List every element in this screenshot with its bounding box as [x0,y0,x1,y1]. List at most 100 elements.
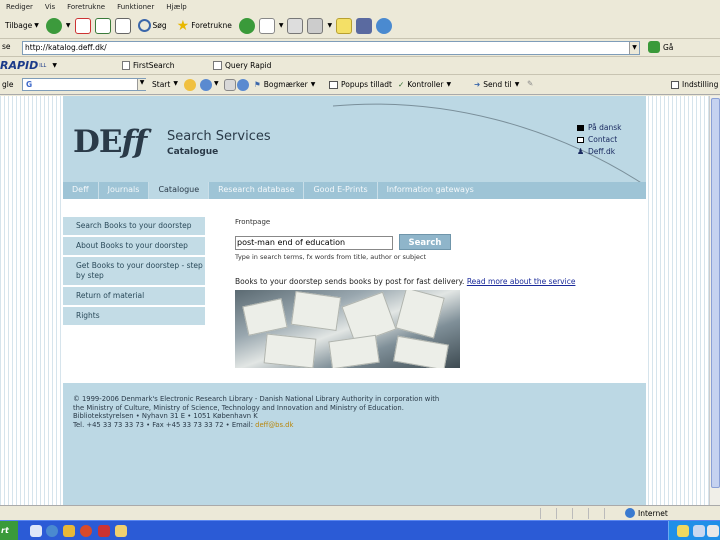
nav-good-eprints[interactable]: Good E-Prints [304,182,378,199]
menu-bar: Rediger Vis Foretrukne Funktioner Hjælp [0,0,720,13]
settings-button[interactable]: Indstilling [671,80,718,89]
catalogue-search-input[interactable]: post-man end of education [235,236,393,250]
nav-journals[interactable]: Journals [99,182,150,199]
google-start-label: Start [152,80,171,89]
media-icon[interactable] [80,525,92,537]
tray-icon[interactable] [677,525,689,537]
rapid-link[interactable]: RAPID ILL ▼ [0,59,57,72]
google-start-button[interactable]: Start ▼ [152,80,178,89]
search-label: Søg [152,21,167,30]
query-rapid-label: Query Rapid [225,61,272,70]
vertical-scrollbar[interactable] [709,96,720,505]
print-icon[interactable] [287,17,304,34]
service-subtitle: Catalogue [167,147,219,157]
search-site-icon[interactable] [200,79,212,91]
left-menu-get-books[interactable]: Get Books to your doorstep - step by ste… [63,257,205,285]
chevron-down-icon[interactable]: ▼ [66,22,71,29]
chevron-down-icon[interactable]: ▼ [34,22,39,29]
rapid-ill-label: ILL [39,62,47,69]
query-rapid-link[interactable]: Query Rapid [213,61,271,70]
website: DEff Search Services Catalogue På dansk … [63,96,646,505]
search-button[interactable]: Søg [135,16,170,36]
left-menu-about[interactable]: About Books to your doorstep [63,237,205,255]
forward-icon[interactable] [45,17,62,34]
nav-research-database[interactable]: Research database [209,182,305,199]
desktop-icon[interactable] [30,525,42,537]
menu-edit[interactable]: Rediger [6,3,33,11]
search-hint: Type in search terms, fx words from titl… [235,253,427,261]
refresh-icon[interactable] [94,17,111,34]
header-link-contact[interactable]: Contact [577,134,622,146]
back-button[interactable]: Tilbage ▼ [2,16,42,36]
spellcheck-button[interactable]: ✓ Kontroller ▼ [398,80,451,89]
go-arrow-icon [648,41,660,53]
nav-information-gateways[interactable]: Information gateways [378,182,483,199]
home-icon[interactable] [114,17,131,34]
history-icon[interactable] [238,17,255,34]
tray-icon[interactable] [707,525,719,537]
chevron-down-icon[interactable]: ▼ [279,22,284,29]
menu-tools[interactable]: Funktioner [117,3,154,11]
news-icon[interactable] [184,79,196,91]
left-menu-rights[interactable]: Rights [63,307,205,325]
footer-text: © 1999-2006 Denmark's Electronic Researc… [73,395,523,429]
address-input[interactable]: http://katalog.deff.dk/ [22,41,640,55]
edit-icon[interactable] [307,17,324,34]
chevron-down-icon[interactable]: ▼ [629,42,639,54]
chevron-down-icon[interactable]: ▼ [137,79,146,90]
read-more-link[interactable]: Read more about the service [467,277,576,286]
menu-favorites[interactable]: Foretrukne [67,3,105,11]
status-cell [540,508,554,519]
ie-icon[interactable] [46,525,58,537]
research-icon[interactable] [356,17,373,34]
discuss-icon[interactable] [336,17,353,34]
page-icon [213,61,222,70]
chevron-down-icon[interactable]: ▼ [214,80,219,87]
app-icon[interactable] [98,525,110,537]
go-button[interactable]: Gå [648,41,673,53]
folder-icon[interactable] [63,525,75,537]
nav-deff[interactable]: Deff [63,182,99,199]
book-page [395,290,445,339]
search-submit-button[interactable]: Search [399,234,451,250]
book-page [393,335,449,368]
chevron-down-icon: ▼ [310,81,316,88]
page-icon [122,61,130,70]
chevron-down-icon[interactable]: ▼ [52,62,57,69]
menu-help[interactable]: Hjælp [166,3,186,11]
notes-icon[interactable] [115,525,127,537]
pagerank-icon[interactable] [224,79,236,91]
left-menu-return[interactable]: Return of material [63,287,205,305]
mail-icon[interactable] [258,17,275,34]
start-button[interactable]: rt [0,521,18,540]
status-cell [556,508,570,519]
sendto-button[interactable]: ➜ Send til ▼ [474,80,519,89]
stop-icon[interactable] [74,17,91,34]
breadcrumb: Frontpage [235,218,271,226]
messenger-icon[interactable] [376,17,393,34]
chevron-down-icon[interactable]: ▼ [327,22,332,29]
popups-button[interactable]: Popups tilladt [329,80,392,89]
deff-logo[interactable]: DEff [73,124,147,160]
google-search-input[interactable]: G [22,78,146,91]
pencil-icon[interactable]: ✎ [527,79,533,88]
header-link-danish[interactable]: På dansk [577,122,622,134]
popup-icon [329,80,338,89]
left-menu-search-books[interactable]: Search Books to your doorstep [63,217,205,235]
tray-icon[interactable] [693,525,705,537]
scrollbar-thumb[interactable] [711,98,720,488]
firstsearch-link[interactable]: FirstSearch [122,61,175,70]
menu-view[interactable]: Vis [45,3,55,11]
favorites-button[interactable]: ★ Foretrukne [174,16,235,36]
nav-catalogue[interactable]: Catalogue [149,182,210,199]
bookmarks-button[interactable]: ⚑ Bogmærker ▼ [254,80,315,89]
status-cell [604,508,622,519]
site-header: DEff Search Services Catalogue På dansk … [63,96,646,182]
footer-line: © 1999-2006 Denmark's Electronic Researc… [73,395,440,403]
header-link-deff[interactable]: ♟ Deff.dk [577,146,622,158]
rapid-logo: RAPID [0,59,39,72]
footer-email-link[interactable]: deff@bs.dk [255,421,293,429]
info-icon[interactable] [237,79,249,91]
go-label: Gå [663,42,674,52]
settings-icon [671,80,679,89]
